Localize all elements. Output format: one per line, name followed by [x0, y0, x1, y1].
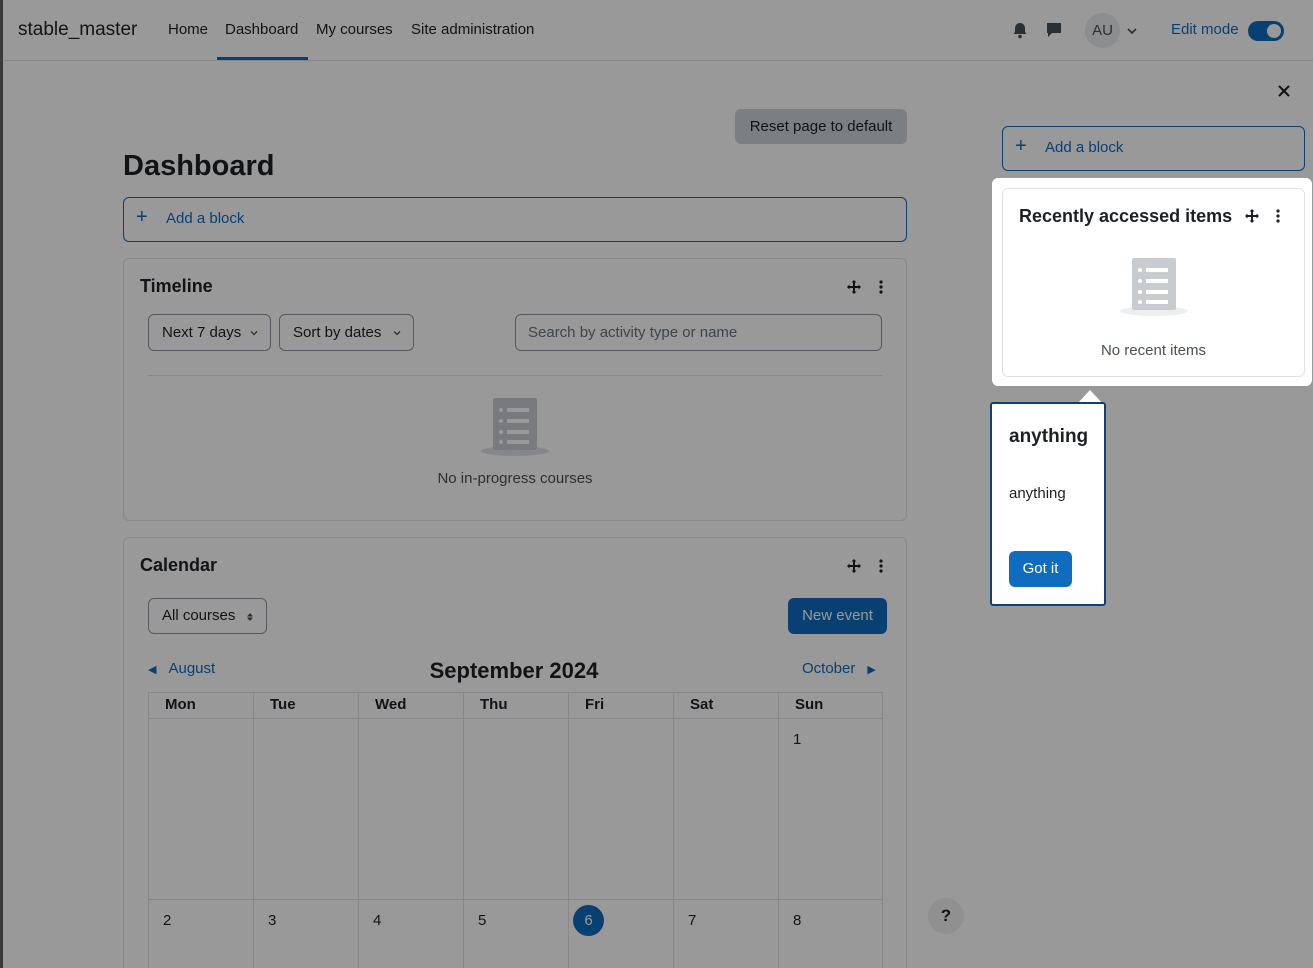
empty-list-icon	[1120, 258, 1188, 316]
kebab-menu-icon[interactable]	[1270, 208, 1286, 224]
window-edge	[0, 0, 3, 968]
tour-backdrop	[0, 0, 1313, 968]
tour-got-it-button[interactable]: Got it	[1009, 551, 1072, 587]
recent-items-title: Recently accessed items	[1019, 206, 1233, 226]
tour-step-popover: anything anything Got it	[990, 402, 1106, 606]
tour-body: anything	[1009, 485, 1066, 502]
recent-items-empty-text: No recent items	[1100, 342, 1207, 359]
recently-accessed-block: Recently accessed items No recent items	[1002, 188, 1305, 377]
move-icon[interactable]	[1244, 208, 1260, 224]
tour-title: anything	[1009, 426, 1089, 447]
